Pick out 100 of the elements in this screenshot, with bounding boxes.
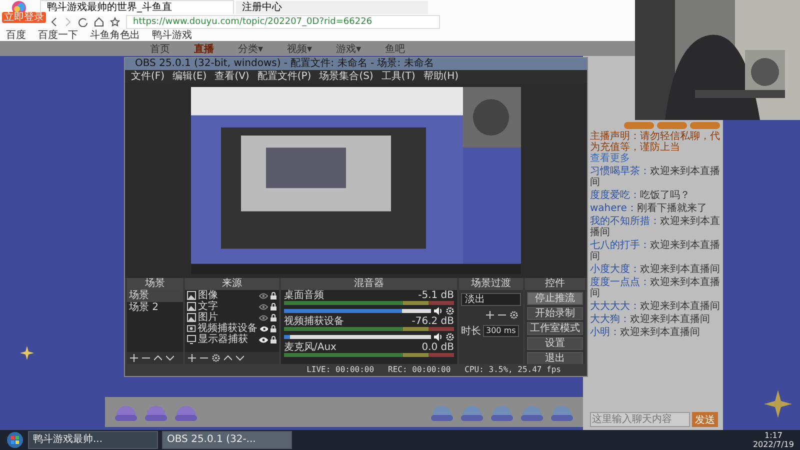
channel-name: 桌面音频 <box>284 290 324 301</box>
source-item[interactable]: 视频捕获设备 <box>198 323 258 334</box>
settings-icon[interactable] <box>510 311 518 319</box>
home-icon[interactable] <box>94 16 104 26</box>
browser-tab[interactable]: 鸭斗游戏最帅的世界_斗鱼直 <box>40 0 234 14</box>
duration-label: 时长 <box>461 324 481 338</box>
menu-item[interactable]: 配置文件(P) <box>257 70 312 83</box>
chat-message: 大大狗：欢迎来到本直播间 <box>590 314 711 325</box>
chat-username[interactable]: 习惯喝早茶： <box>590 166 650 177</box>
control-button[interactable]: 工作室模式 <box>527 322 583 335</box>
chat-username[interactable]: 我的不知所措： <box>590 216 660 227</box>
status-text: LIVE: 00:00:00 <box>306 364 374 376</box>
menu-item[interactable]: 场景集合(S) <box>319 70 374 83</box>
address-field[interactable]: https://www.douyu.com/topic/202207_0D?rid=66226 <box>126 14 440 28</box>
add-icon[interactable] <box>188 354 196 362</box>
chat-username[interactable]: 度度爱吃： <box>590 190 640 201</box>
chat-message: 我的不知所措：欢迎来到本直播间 <box>590 216 720 238</box>
nav-link[interactable]: 视频▾ <box>287 42 312 56</box>
chat-message: wahere：刚看下播就来了 <box>590 203 708 214</box>
down-icon[interactable] <box>166 354 174 362</box>
db-reading: 0.0 dB <box>422 342 454 353</box>
image-icon <box>187 302 196 311</box>
nav-link[interactable]: 首页 <box>150 42 170 56</box>
lock-icon[interactable] <box>270 324 277 332</box>
settings-icon[interactable] <box>212 354 220 362</box>
duration-field[interactable]: 300 ms <box>483 325 519 337</box>
chat-message: 小明：欢迎来到本直播间 <box>590 327 701 338</box>
chat-username[interactable]: 度度一点点： <box>590 277 650 288</box>
send-button[interactable]: 发送 <box>692 412 718 427</box>
channel-name: 麦克风/Aux <box>284 342 336 353</box>
control-button[interactable]: 开始录制 <box>527 307 583 320</box>
dock-title: 场景 <box>127 278 183 290</box>
lock-icon[interactable] <box>270 292 277 300</box>
image-icon <box>187 291 196 300</box>
chat-message: 大大大大：欢迎来到本直播间 <box>590 301 720 312</box>
bookmark-link[interactable]: 鸭斗游戏 <box>152 30 192 40</box>
announcement-text: 主播声明：请勿轻信私聊，代为充值等，谨防上当 查看更多 <box>590 131 720 164</box>
volume-slider[interactable] <box>284 334 431 338</box>
bookmark-link[interactable]: 百度 <box>6 30 26 40</box>
chat-message: 度度一点点：欢迎来到本直播间 <box>590 277 720 299</box>
down-icon[interactable] <box>236 354 244 362</box>
source-item[interactable]: 图像 <box>198 290 257 301</box>
fan-badge-icon <box>657 122 687 129</box>
scene-item[interactable]: 场景 2 <box>127 302 183 314</box>
volume-slider[interactable] <box>284 308 431 312</box>
speaker-icon[interactable] <box>434 332 443 340</box>
chat-username[interactable]: 七八的打手： <box>590 240 650 251</box>
dock-title: 来源 <box>185 278 279 290</box>
transition-dropdown[interactable]: 淡出 <box>461 293 521 306</box>
nav-link[interactable]: 鱼吧 <box>385 42 406 56</box>
bookmark-link[interactable]: 斗鱼角色出 <box>90 30 140 40</box>
nav-link[interactable]: 直播 <box>194 42 214 56</box>
lock-icon[interactable] <box>270 314 277 322</box>
chat-username[interactable]: 大大狗： <box>590 314 630 325</box>
back-icon[interactable] <box>50 16 58 26</box>
source-item[interactable]: 图片 <box>198 312 257 323</box>
lock-icon[interactable] <box>270 336 277 344</box>
chat-message: 七八的打手：欢迎来到本直播间 <box>590 240 720 262</box>
window-title: OBS 25.0.1 (32-bit, windows) - 配置文件: 未命名 - 场景: 未命名 <box>125 58 587 70</box>
fan-badge-icon <box>690 122 720 129</box>
chat-username[interactable]: 小明： <box>590 327 620 338</box>
menu-item[interactable]: 查看(V) <box>214 70 250 83</box>
menu-item[interactable]: 帮助(H) <box>423 70 459 83</box>
nav-link[interactable]: 分类▾ <box>238 42 264 56</box>
add-icon[interactable] <box>130 354 138 362</box>
scene-item[interactable]: 场景 <box>127 290 183 302</box>
clock-time: 1:17 <box>764 431 782 440</box>
status-text: CPU: 3.5%, 25.47 fps <box>464 364 561 376</box>
star-icon <box>20 346 34 360</box>
menu-item[interactable]: 文件(F) <box>131 70 165 83</box>
lock-icon[interactable] <box>270 302 277 310</box>
reload-icon[interactable] <box>78 16 88 26</box>
chat-username[interactable]: wahere： <box>590 203 637 214</box>
db-reading: -76.2 dB <box>412 316 454 327</box>
control-button[interactable]: 退出 <box>527 352 583 364</box>
menu-item[interactable]: 工具(T) <box>381 70 416 83</box>
speaker-icon[interactable] <box>434 306 443 314</box>
taskbar-button[interactable]: 鸭斗游戏最帅... <box>28 431 158 449</box>
chat-message: 习惯喝早茶：欢迎来到本直播间 <box>590 166 720 188</box>
chat-username[interactable]: 小度大度： <box>590 264 640 275</box>
chat-message: 度度爱吃：吃饭了吗？ <box>590 190 691 201</box>
chat-input-field[interactable]: 这里输入聊天内容 <box>590 412 690 427</box>
start-icon[interactable] <box>6 431 24 449</box>
menu-item[interactable]: 编辑(E) <box>172 70 207 83</box>
control-button[interactable]: 停止推流 <box>527 292 583 305</box>
browser-tab[interactable]: 注册中心 <box>236 1 428 14</box>
up-icon[interactable] <box>224 354 232 362</box>
dock-title: 控件 <box>525 278 585 290</box>
control-button[interactable]: 设置 <box>527 337 583 350</box>
star-icon[interactable] <box>110 16 120 26</box>
add-icon[interactable] <box>486 311 494 319</box>
login-badge[interactable]: 立即登录 <box>2 12 46 23</box>
star-icon <box>764 390 792 418</box>
taskbar-button[interactable]: OBS 25.0.1 (32-... <box>162 431 292 449</box>
source-item[interactable]: 文字 <box>198 301 257 312</box>
up-icon[interactable] <box>154 354 162 362</box>
bookmark-link[interactable]: 百度一下 <box>38 30 78 40</box>
nav-link[interactable]: 游戏▾ <box>336 42 362 56</box>
chat-username[interactable]: 大大大大： <box>590 301 640 312</box>
source-item[interactable]: 显示器捕获 <box>198 334 257 345</box>
